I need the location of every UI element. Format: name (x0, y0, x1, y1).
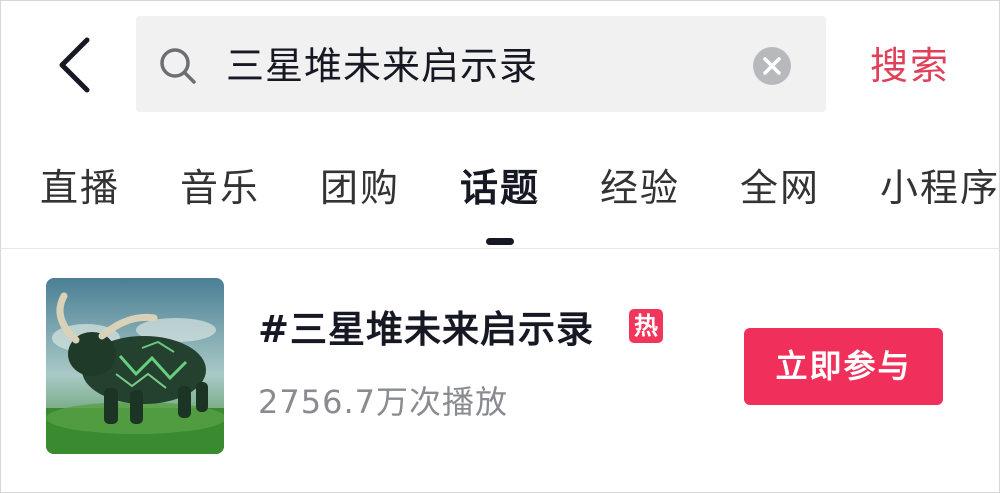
search-input[interactable]: 三星堆未来启示录 (226, 38, 538, 94)
tab-live[interactable]: 直播 (40, 160, 120, 216)
tabs-divider (0, 248, 1000, 249)
search-button[interactable]: 搜索 (870, 40, 950, 92)
play-count: 2756.7万次播放 (258, 383, 508, 421)
category-tabs: 直播 音乐 团购 话题 经验 全网 小程序 (0, 150, 1000, 240)
chevron-left-icon (59, 37, 90, 93)
search-icon (160, 48, 196, 84)
active-tab-indicator (486, 238, 514, 245)
tab-topics[interactable]: 话题 (460, 160, 540, 216)
search-bar[interactable]: 三星堆未来启示录 (136, 16, 826, 112)
topic-title[interactable]: #三星堆未来启示录 (258, 304, 594, 356)
bull-image-icon (46, 278, 224, 454)
join-button[interactable]: 立即参与 (744, 328, 943, 405)
tab-experience[interactable]: 经验 (600, 160, 680, 216)
tab-web[interactable]: 全网 (740, 160, 820, 216)
hot-badge: 热 (629, 309, 663, 343)
clear-search-icon[interactable] (752, 46, 792, 86)
tab-group-buy[interactable]: 团购 (320, 160, 400, 216)
tab-mini-programs[interactable]: 小程序 (880, 160, 1000, 216)
back-button[interactable] (48, 36, 100, 94)
tab-music[interactable]: 音乐 (180, 160, 260, 216)
topic-thumbnail[interactable] (46, 278, 224, 454)
